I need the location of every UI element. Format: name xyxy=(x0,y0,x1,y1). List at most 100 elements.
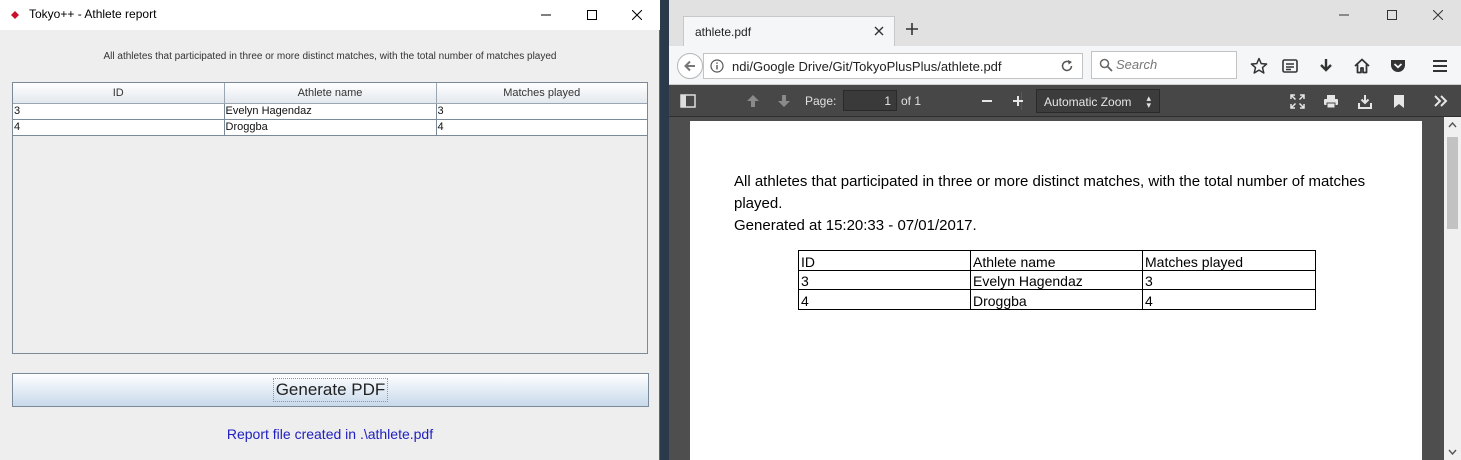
table-cell-id[interactable]: 4 xyxy=(13,119,225,136)
page-number-input[interactable] xyxy=(843,90,897,111)
generate-pdf-button[interactable]: Generate PDF xyxy=(12,373,649,407)
download-arrow-icon xyxy=(1320,59,1332,72)
pdf-header-text: All athletes that participated in three … xyxy=(734,171,1394,237)
sidebar-icon xyxy=(680,94,696,108)
minimize-icon xyxy=(541,14,551,16)
home-button[interactable] xyxy=(1352,56,1372,76)
minimize-button[interactable] xyxy=(523,0,569,30)
window-title: Tokyo++ - Athlete report xyxy=(29,7,157,21)
table-row[interactable]: 3 Evelyn Hagendaz 3 xyxy=(13,103,647,120)
navigation-toolbar xyxy=(669,46,1461,85)
info-icon[interactable] xyxy=(710,59,724,73)
pdf-cell-matches-played: 3 xyxy=(1142,269,1316,290)
ff-maximize-button[interactable] xyxy=(1369,0,1415,30)
pdf-cell-athlete-name: Droggba xyxy=(970,289,1143,310)
downloads-button[interactable] xyxy=(1316,56,1336,76)
status-message: Report file created in .\athlete.pdf xyxy=(226,426,434,442)
pdf-cell-athlete-name: Evelyn Hagendaz xyxy=(970,269,1143,290)
search-icon xyxy=(1099,58,1113,72)
zoom-select[interactable]: Automatic Zoom ▴ ▾ xyxy=(1036,89,1160,113)
bookmark-view-button[interactable] xyxy=(1391,93,1407,109)
new-tab-icon[interactable] xyxy=(905,22,919,36)
table-cell-athlete-name[interactable]: Droggba xyxy=(224,119,437,136)
plus-icon xyxy=(1013,96,1023,106)
close-icon xyxy=(1433,10,1443,20)
column-header-athlete-name[interactable]: Athlete name xyxy=(224,83,437,104)
search-input[interactable] xyxy=(1116,57,1232,72)
close-button[interactable] xyxy=(614,0,660,30)
presentation-mode-button[interactable] xyxy=(1289,93,1305,109)
pdf-cell-id: 4 xyxy=(798,289,971,310)
pocket-icon xyxy=(1391,60,1405,72)
bookmark-icon xyxy=(1394,94,1404,108)
maximize-button[interactable] xyxy=(569,0,615,30)
arrow-up-icon xyxy=(747,95,759,107)
zoom-in-button[interactable] xyxy=(1010,93,1026,109)
pdf-cell-matches-played: 4 xyxy=(1142,289,1316,310)
minus-icon xyxy=(982,100,992,102)
fullscreen-icon xyxy=(1289,93,1305,109)
pdf-header-athlete-name: Athlete name xyxy=(970,250,1143,271)
pdf-table-header-row: ID Athlete name Matches played xyxy=(798,250,1316,271)
pdf-description: All athletes that participated in three … xyxy=(734,173,1366,212)
pdf-cell-id: 3 xyxy=(798,269,971,290)
next-page-button[interactable] xyxy=(776,93,792,109)
pocket-button[interactable] xyxy=(1388,56,1408,76)
pdf-athlete-table: ID Athlete name Matches played 3 Evelyn … xyxy=(798,250,1316,310)
page-count: of 1 xyxy=(901,94,922,108)
sidebar-toggle-button[interactable] xyxy=(680,93,696,109)
tab-bar: athlete.pdf xyxy=(669,0,1461,46)
table-header-row: ID Athlete name Matches played xyxy=(13,83,647,104)
window-titlebar[interactable]: Tokyo++ - Athlete report xyxy=(0,0,660,30)
url-input[interactable] xyxy=(732,57,1042,75)
print-button[interactable] xyxy=(1323,93,1339,109)
maximize-icon xyxy=(1387,10,1397,20)
url-bar[interactable] xyxy=(703,53,1083,79)
minimize-icon xyxy=(1339,14,1349,16)
vertical-scrollbar[interactable] xyxy=(1444,117,1461,460)
table-row: 4 Droggba 4 xyxy=(798,289,1316,310)
print-icon xyxy=(1324,94,1338,108)
column-header-id[interactable]: ID xyxy=(13,83,225,104)
athlete-report-window: Tokyo++ - Athlete report All athletes th… xyxy=(0,0,660,460)
reload-icon[interactable] xyxy=(1060,59,1074,73)
pdf-toolbar: Page: of 1 Automatic Zoom ▴▾ xyxy=(669,85,1461,117)
scrollbar-thumb[interactable] xyxy=(1447,137,1458,229)
bookmark-star-button[interactable] xyxy=(1249,56,1269,76)
menu-button[interactable] xyxy=(1430,56,1450,76)
column-header-matches-played[interactable]: Matches played xyxy=(436,83,647,104)
back-arrow-icon xyxy=(684,60,695,72)
table-cell-matches-played[interactable]: 4 xyxy=(436,119,647,136)
tools-button[interactable] xyxy=(1433,93,1449,109)
athlete-table[interactable]: ID Athlete name Matches played 3 Evelyn … xyxy=(13,83,647,136)
save-download-button[interactable] xyxy=(1357,93,1373,109)
ff-minimize-button[interactable] xyxy=(1321,0,1367,30)
pdf-viewer[interactable]: All athletes that participated in three … xyxy=(669,117,1461,460)
ff-close-button[interactable] xyxy=(1415,0,1461,30)
arrow-down-icon xyxy=(778,95,790,107)
table-row[interactable]: 4 Droggba 4 xyxy=(13,119,647,136)
hamburger-menu-icon xyxy=(1433,60,1447,72)
firefox-window: athlete.pdf ndi/Google Drive/Git/TokyoPl… xyxy=(669,0,1461,460)
tab-athlete-pdf[interactable]: athlete.pdf xyxy=(683,16,895,46)
close-tab-icon[interactable] xyxy=(872,24,886,38)
search-bar[interactable] xyxy=(1091,51,1237,79)
table-cell-matches-played[interactable]: 3 xyxy=(436,103,647,120)
table-cell-id[interactable]: 3 xyxy=(13,103,225,120)
table-row: 3 Evelyn Hagendaz 3 xyxy=(798,269,1316,290)
download-icon xyxy=(1358,94,1372,109)
back-button[interactable] xyxy=(677,53,703,79)
scroll-up-icon[interactable] xyxy=(1448,122,1457,128)
table-cell-athlete-name[interactable]: Evelyn Hagendaz xyxy=(224,103,437,120)
java-app-icon xyxy=(11,11,19,19)
page-label: Page: xyxy=(805,94,837,108)
reading-list-button[interactable] xyxy=(1280,56,1300,76)
pdf-generated-at: Generated at 15:20:33 - 07/01/2017. xyxy=(734,217,977,234)
zoom-value: Automatic Zoom xyxy=(1044,95,1132,109)
previous-page-button[interactable] xyxy=(745,93,761,109)
pdf-header-id: ID xyxy=(798,250,971,271)
window-divider xyxy=(660,0,669,460)
zoom-out-button[interactable] xyxy=(979,93,995,109)
scroll-down-icon[interactable] xyxy=(1448,449,1457,455)
athlete-table-scrollpane[interactable]: ID Athlete name Matches played 3 Evelyn … xyxy=(12,82,648,354)
